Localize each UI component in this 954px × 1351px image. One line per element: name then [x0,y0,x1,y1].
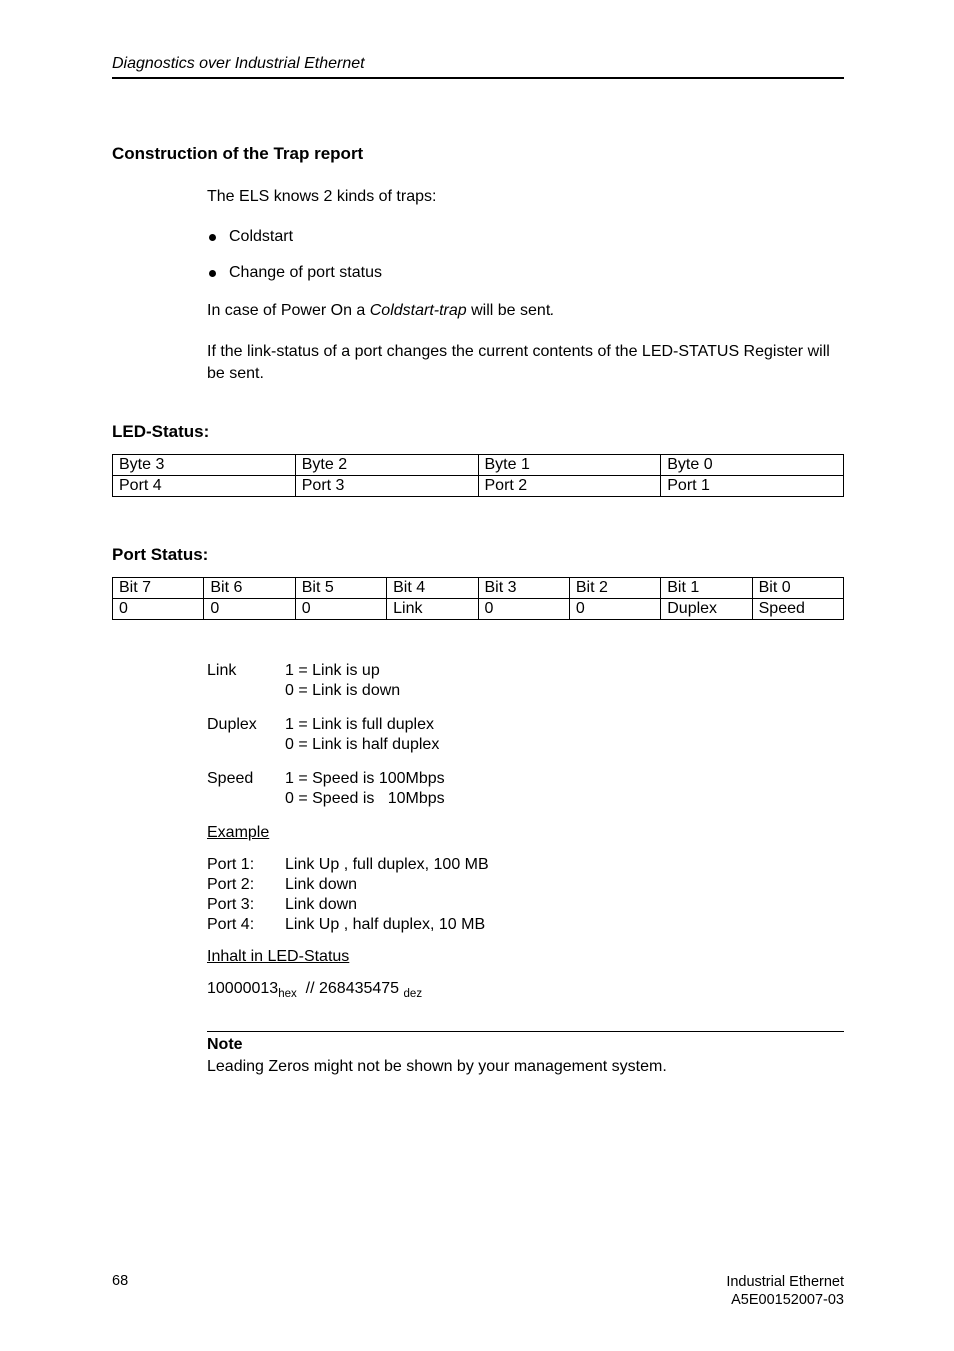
port-value: Link Up , half duplex, 10 MB [285,916,844,934]
port-label: Port 1: [207,856,285,874]
traps-list: Coldstart Change of port status [207,228,844,282]
cell: 0 [295,599,386,620]
table-row: Port 4 Port 3 Port 2 Port 1 [113,476,844,497]
inhalt-heading: Inhalt in LED-Status [207,948,844,966]
def-value: 0 = Link is down [285,682,844,700]
heading-port-status: Port Status: [112,545,844,565]
cell: Speed [752,599,843,620]
def-label: Link [207,662,285,680]
port-status-table: Bit 7 Bit 6 Bit 5 Bit 4 Bit 3 Bit 2 Bit … [112,577,844,620]
note-body: Leading Zeros might not be shown by your… [207,1058,844,1076]
def-link: Link 1 = Link is up 0 = Link is down [207,662,844,700]
text: In case of Power On a [207,302,370,319]
def-value: 1 = Speed is 100Mbps [285,770,844,788]
page-footer: 68 Industrial Ethernet A5E00152007-03 [112,1273,844,1309]
cell: Link [387,599,478,620]
cell: Bit 0 [752,578,843,599]
intro-text: The ELS knows 2 kinds of traps: [207,186,844,208]
cell: Bit 3 [478,578,569,599]
list-item: Coldstart [207,228,844,246]
table-row: Byte 3 Byte 2 Byte 1 Byte 0 [113,455,844,476]
cell: Port 1 [661,476,844,497]
port-label: Port 3: [207,896,285,914]
cell: Bit 1 [661,578,752,599]
led-status-table: Byte 3 Byte 2 Byte 1 Byte 0 Port 4 Port … [112,454,844,497]
cell: Port 3 [295,476,478,497]
table-row: 0 0 0 Link 0 0 Duplex Speed [113,599,844,620]
text: . [550,302,554,319]
footer-docid: A5E00152007-03 [726,1291,844,1309]
cell: Byte 1 [478,455,661,476]
def-value: 0 = Link is half duplex [285,736,844,754]
text: // 268435475 [297,980,404,997]
port-label: Port 4: [207,916,285,934]
cell: Port 4 [113,476,296,497]
footer-title: Industrial Ethernet [726,1273,844,1291]
cell: Bit 2 [569,578,660,599]
note-rule [207,1031,844,1032]
cell: 0 [204,599,295,620]
def-value: 1 = Link is full duplex [285,716,844,734]
def-label: Duplex [207,716,285,734]
linkstatus-text: If the link-status of a port changes the… [207,341,844,384]
cell: Duplex [661,599,752,620]
subscript: dez [404,989,423,1001]
page-number: 68 [112,1273,128,1289]
cell: Bit 7 [113,578,204,599]
cell: Byte 2 [295,455,478,476]
example-heading: Example [207,824,844,842]
def-value: 0 = Speed is 10Mbps [285,790,844,808]
def-label: Speed [207,770,285,788]
cell: 0 [113,599,204,620]
port-value: Link down [285,896,844,914]
def-duplex: Duplex 1 = Link is full duplex 0 = Link … [207,716,844,754]
subscript: hex [278,989,297,1001]
text: 10000013 [207,980,278,997]
port-value: Link Up , full duplex, 100 MB [285,856,844,874]
cell: Bit 5 [295,578,386,599]
def-value: 1 = Link is up [285,662,844,680]
cell: Byte 0 [661,455,844,476]
def-speed: Speed 1 = Speed is 100Mbps 0 = Speed is … [207,770,844,808]
running-head: Diagnostics over Industrial Ethernet [112,55,844,79]
cell: Port 2 [478,476,661,497]
list-item: Change of port status [207,264,844,282]
cell: Byte 3 [113,455,296,476]
heading-construction: Construction of the Trap report [112,144,844,164]
heading-led-status: LED-Status: [112,422,844,442]
table-row: Bit 7 Bit 6 Bit 5 Bit 4 Bit 3 Bit 2 Bit … [113,578,844,599]
coldstart-term: Coldstart-trap [370,302,467,319]
cell: Bit 4 [387,578,478,599]
note-title: Note [207,1036,844,1054]
cell: 0 [569,599,660,620]
inhalt-value: 10000013hex // 268435475 dez [207,980,844,1000]
text: will be sent [467,302,551,319]
port-value: Link down [285,876,844,894]
port-label: Port 2: [207,876,285,894]
example-block: Port 1:Link Up , full duplex, 100 MB Por… [207,856,844,934]
cell: 0 [478,599,569,620]
cell: Bit 6 [204,578,295,599]
coldstart-text: In case of Power On a Coldstart-trap wil… [207,300,844,322]
